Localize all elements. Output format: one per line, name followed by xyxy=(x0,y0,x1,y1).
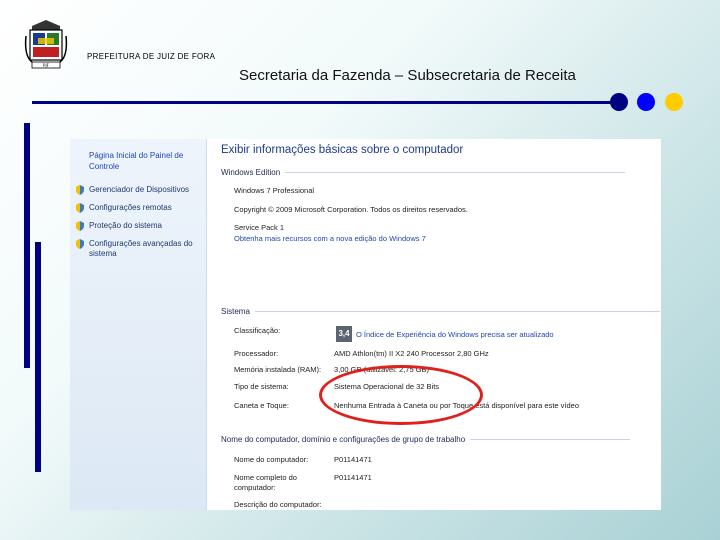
more-features-link[interactable]: Obtenha mais recursos com a nova edição … xyxy=(234,234,426,243)
panel-title: Exibir informações básicas sobre o compu… xyxy=(221,144,464,156)
description-label: Descrição do computador: xyxy=(234,500,322,509)
rating-label: Classificação: xyxy=(234,326,281,335)
computer-name-label: Nome do computador: xyxy=(234,455,309,464)
blue-dot xyxy=(637,93,655,111)
city-crest-logo: PJF xyxy=(24,16,68,78)
page-subtitle: Secretaria da Fazenda – Subsecretaria de… xyxy=(239,67,576,84)
section-system: Sistema xyxy=(221,307,660,316)
system-info-panel: Exibir informações básicas sobre o compu… xyxy=(206,139,661,510)
shield-icon xyxy=(76,221,84,231)
section-rule xyxy=(470,439,631,440)
section-rule xyxy=(285,172,626,173)
computer-name-value: P01141471 xyxy=(334,455,372,464)
full-name-value: P01141471 xyxy=(334,473,372,482)
sidebar-item-advanced-settings[interactable]: Configurações avançadas do sistema xyxy=(75,239,199,259)
sidebar-item-label: Proteção do sistema xyxy=(89,221,162,230)
sidebar-item-device-manager[interactable]: Gerenciador de Dispositivos xyxy=(75,185,189,195)
highlight-circle xyxy=(319,365,483,425)
left-accent-bar xyxy=(24,123,30,368)
processor-value: AMD Athlon(tm) II X2 240 Processor 2,80 … xyxy=(334,349,489,358)
city-name: PREFEITURA DE JUIZ DE FORA xyxy=(87,52,216,61)
shield-icon xyxy=(76,203,84,213)
left-accent-bar-2 xyxy=(35,242,41,472)
sidebar-home-link[interactable]: Página Inicial do Painel de Controle xyxy=(89,150,199,172)
navy-dot xyxy=(610,93,628,111)
section-heading: Windows Edition xyxy=(221,168,281,177)
header-divider xyxy=(32,101,612,104)
sidebar-item-label: Configurações avançadas do sistema xyxy=(89,239,193,258)
service-pack: Service Pack 1 xyxy=(234,223,285,232)
section-heading: Sistema xyxy=(221,307,250,316)
crest-text: PJF xyxy=(43,63,50,68)
experience-index-link[interactable]: O Índice de Experiência do Windows preci… xyxy=(356,330,554,339)
shield-icon xyxy=(76,185,84,195)
system-type-label: Tipo de sistema: xyxy=(234,382,289,391)
sidebar-item-label: Gerenciador de Dispositivos xyxy=(89,185,190,194)
copyright-text: Copyright © 2009 Microsoft Corporation. … xyxy=(234,205,468,214)
section-heading: Nome do computador, domínio e configuraç… xyxy=(221,435,466,444)
shield-icon xyxy=(76,239,84,249)
sidebar-item-system-protection[interactable]: Proteção do sistema xyxy=(75,221,162,231)
pen-touch-label: Caneta e Toque: xyxy=(234,401,289,410)
yellow-dot xyxy=(665,93,683,111)
full-name-label: Nome completo do computador: xyxy=(234,473,297,492)
memory-label: Memória instalada (RAM): xyxy=(234,365,322,374)
section-windows-edition: Windows Edition xyxy=(221,168,626,177)
sidebar-item-label: Configurações remotas xyxy=(89,203,172,212)
system-properties-screenshot: Página Inicial do Painel de Controle Ger… xyxy=(70,139,661,510)
section-rule xyxy=(254,311,660,312)
windows-edition-name: Windows 7 Professional xyxy=(234,186,315,195)
sidebar-item-remote-settings[interactable]: Configurações remotas xyxy=(75,203,172,213)
section-computer-name: Nome do computador, domínio e configuraç… xyxy=(221,435,631,444)
processor-label: Processador: xyxy=(234,349,279,358)
control-panel-sidebar: Página Inicial do Painel de Controle Ger… xyxy=(70,139,207,510)
experience-index-badge: 3,4 xyxy=(336,326,352,342)
